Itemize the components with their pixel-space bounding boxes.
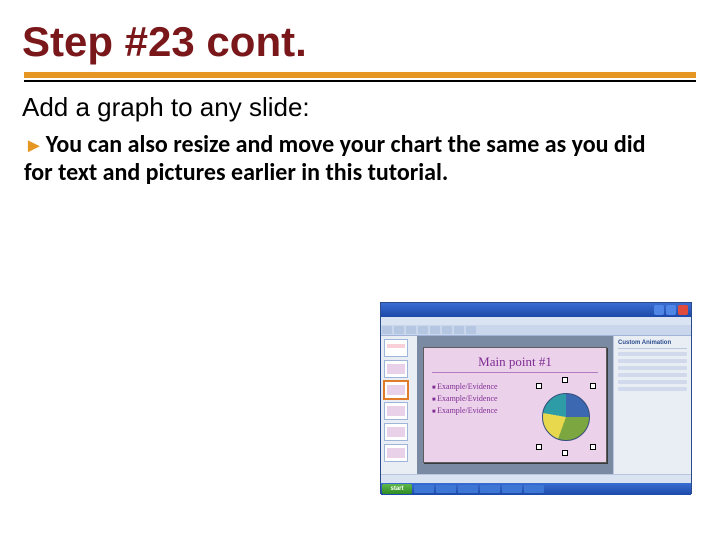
embedded-bullets: Example/Evidence Example/Evidence Exampl… [432, 375, 534, 458]
close-icon [678, 305, 688, 315]
task-line [618, 380, 687, 384]
embedded-bullet-2: Example/Evidence [432, 393, 534, 405]
thumb-6 [384, 444, 408, 462]
status-bar [381, 474, 691, 483]
embedded-bullet-1: Example/Evidence [432, 381, 534, 393]
taskbar-item [480, 485, 500, 493]
resize-handle [590, 383, 596, 389]
title-rule-black [24, 80, 696, 82]
slide-subtitle: Add a graph to any slide: [22, 92, 702, 123]
taskbar-item [502, 485, 522, 493]
thumb-1 [384, 339, 408, 357]
resize-handle [536, 383, 542, 389]
chart-object [534, 375, 598, 458]
task-line [618, 359, 687, 363]
taskbar-item [458, 485, 478, 493]
slide-title: Step #23 cont. [22, 18, 702, 66]
start-button: start [382, 484, 412, 494]
window-titlebar [381, 303, 691, 317]
thumb-4 [384, 402, 408, 420]
bullet-arrow-icon: ► [24, 135, 44, 159]
workspace: Main point #1 Example/Evidence Example/E… [381, 336, 691, 474]
task-line [618, 366, 687, 370]
task-line [618, 373, 687, 377]
resize-handle [562, 450, 568, 456]
thumb-3 [384, 381, 408, 399]
thumb-5 [384, 423, 408, 441]
editing-stage: Main point #1 Example/Evidence Example/E… [417, 336, 613, 474]
title-rule-orange [24, 72, 696, 78]
task-line [618, 387, 687, 391]
embedded-slide: Main point #1 Example/Evidence Example/E… [423, 347, 607, 463]
resize-handle [536, 444, 542, 450]
windows-taskbar: start [381, 483, 691, 495]
slide-thumbnails [381, 336, 417, 474]
task-pane: Custom Animation [613, 336, 691, 474]
tutorial-slide: Step #23 cont. Add a graph to any slide:… [0, 0, 720, 540]
task-line [618, 352, 687, 356]
resize-handle [562, 377, 568, 383]
resize-handle [590, 444, 596, 450]
slide-body: ►You can also resize and move your chart… [24, 131, 664, 188]
taskbar-item [414, 485, 434, 493]
task-pane-title: Custom Animation [618, 340, 687, 349]
toolbar [381, 325, 691, 336]
powerpoint-screenshot: Main point #1 Example/Evidence Example/E… [380, 302, 692, 494]
taskbar-item [524, 485, 544, 493]
menu-bar [381, 317, 691, 325]
taskbar-item [436, 485, 456, 493]
thumb-2 [384, 360, 408, 378]
pie-chart-icon [542, 393, 590, 441]
embedded-bullet-3: Example/Evidence [432, 405, 534, 417]
maximize-icon [666, 305, 676, 315]
minimize-icon [654, 305, 664, 315]
embedded-slide-title: Main point #1 [432, 354, 598, 373]
bullet-text: You can also resize and move your chart … [24, 130, 646, 187]
